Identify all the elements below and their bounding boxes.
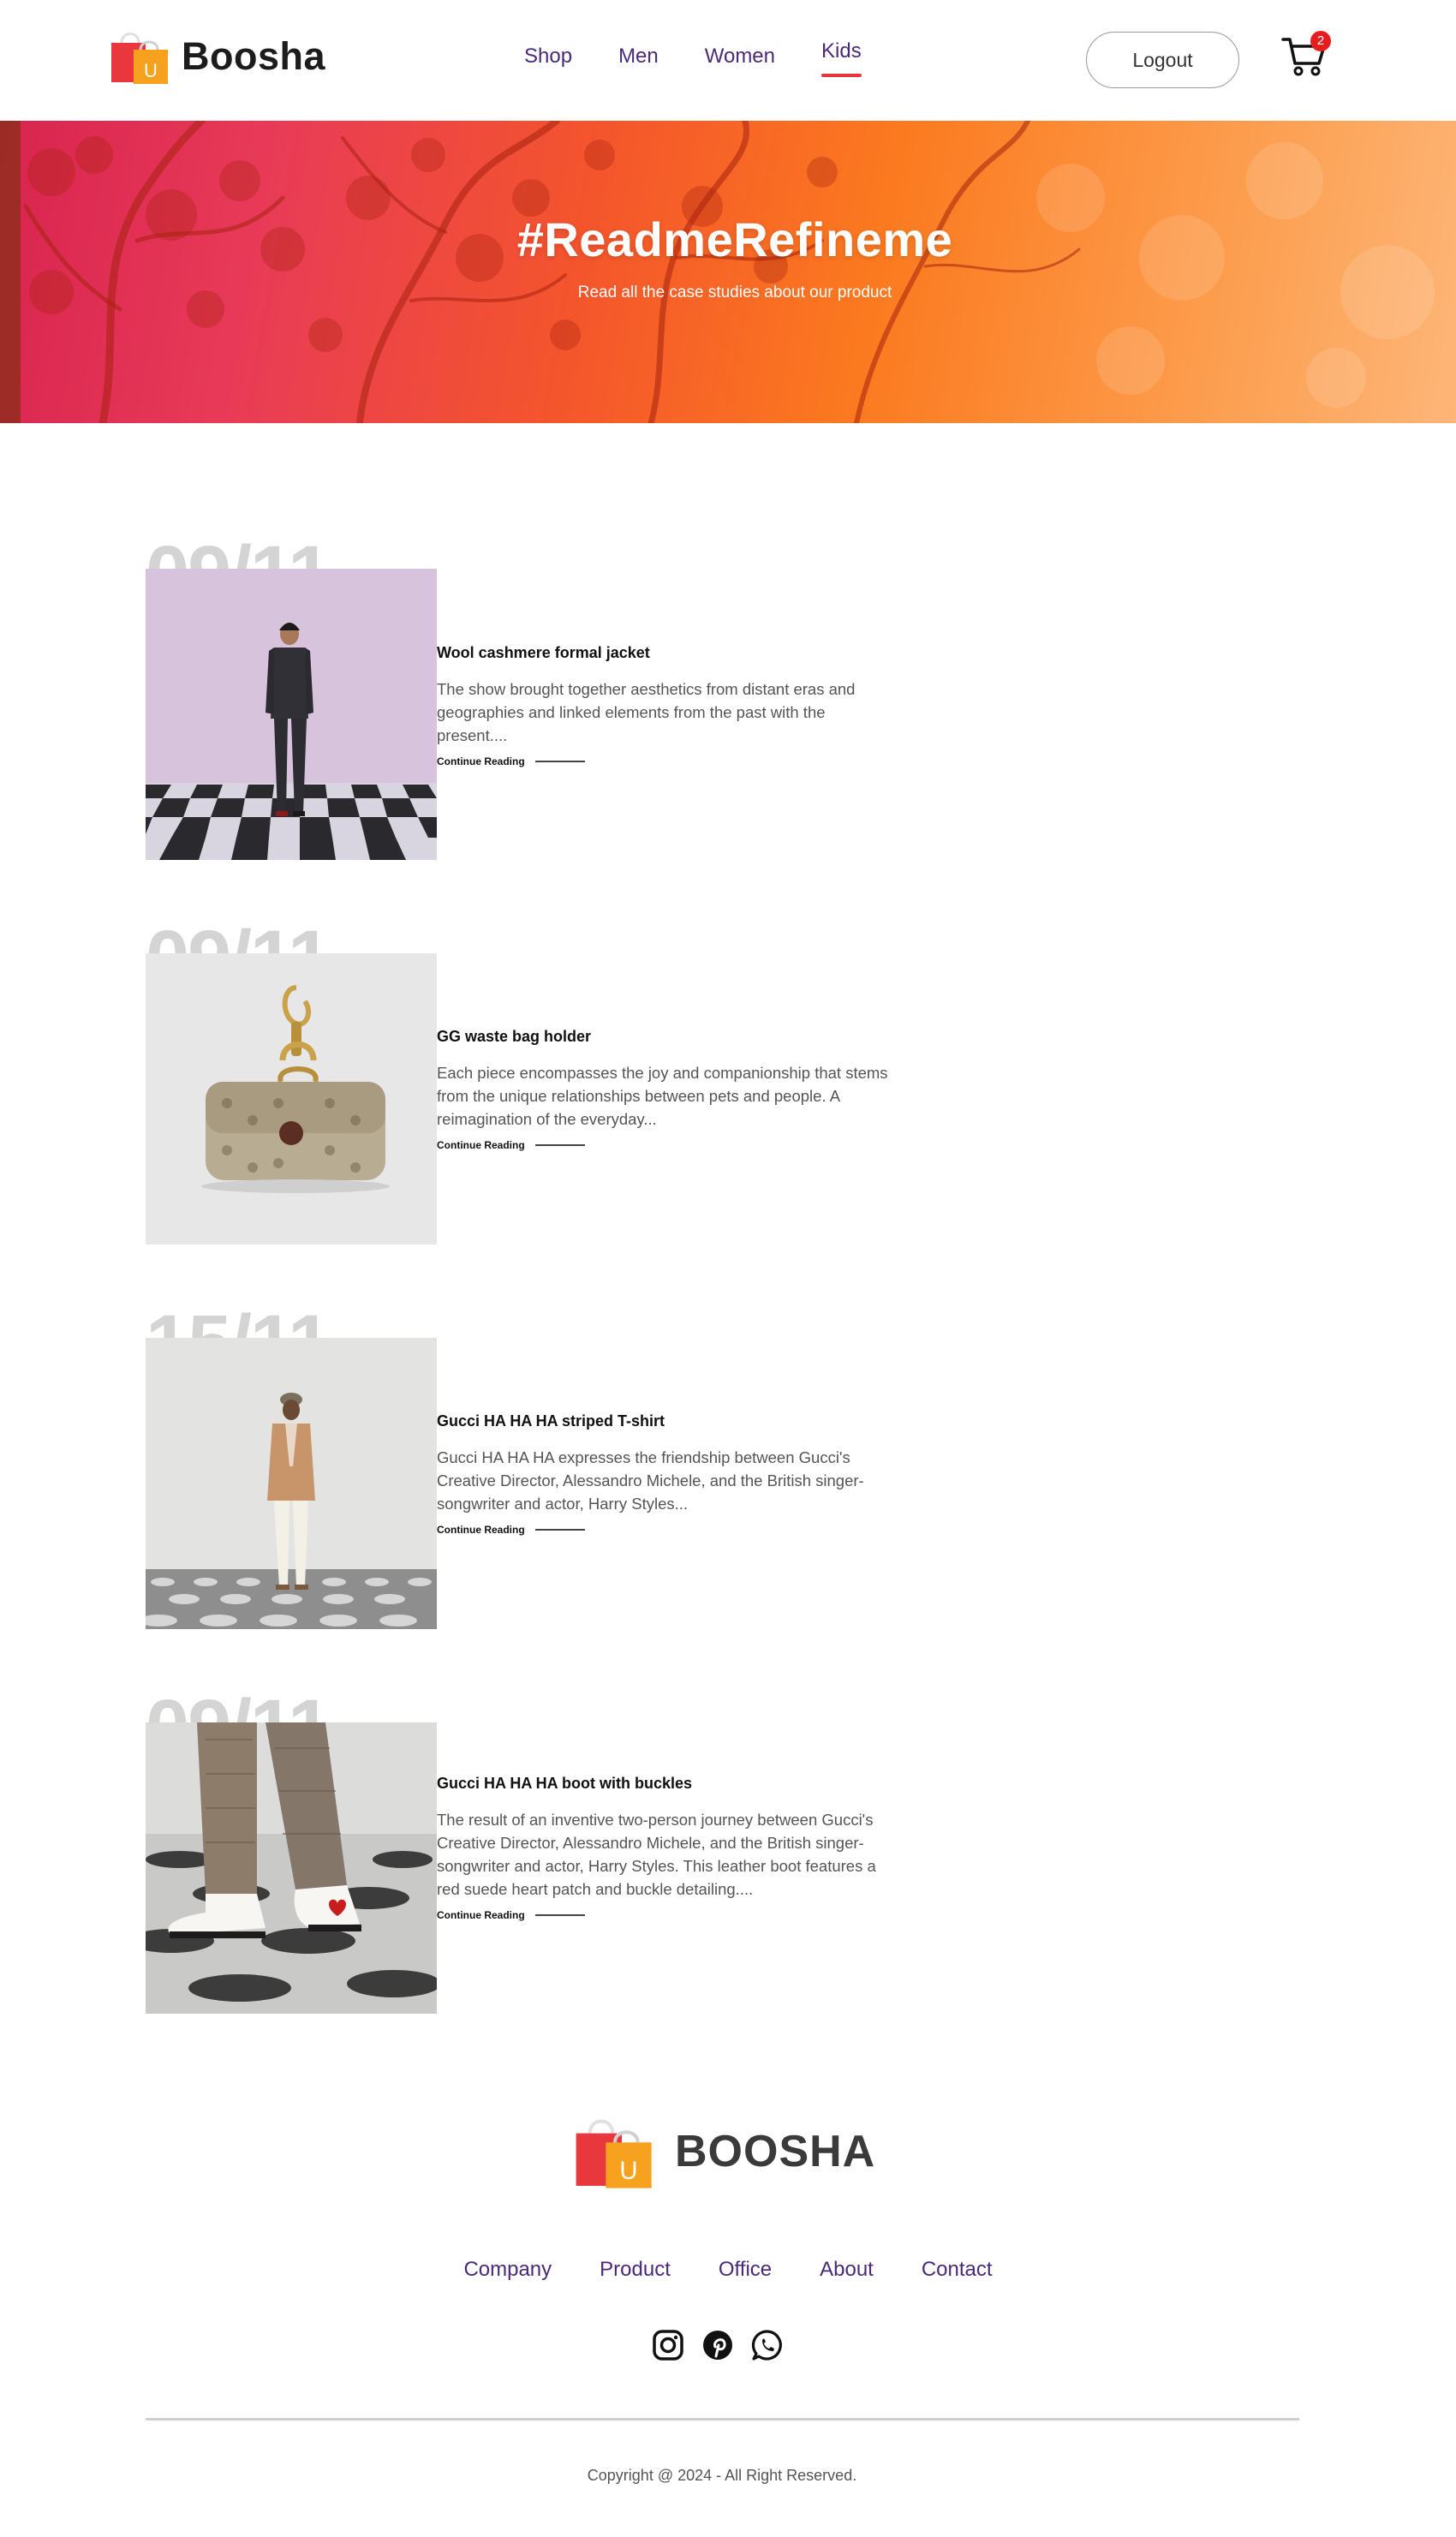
blog-post: 09/11 Wool cashmere formal jacket The sh… [146,534,916,877]
instagram-icon[interactable] [651,2328,685,2362]
continue-reading-link[interactable]: Continue Reading [437,1909,525,1921]
footer-brand-logo[interactable]: U BOOSHA [574,2112,875,2191]
continue-reading-link[interactable]: Continue Reading [437,755,525,767]
pinterest-icon[interactable] [701,2328,735,2362]
post-excerpt: The show brought together aesthetics fro… [437,680,856,744]
tree-branches-background [23,121,1435,423]
blog-post: 15/11 Gucci HA HA HA striped T-shirt Guc… [146,1304,916,1646]
blog-post: 09/11 Gucci HA HA HA boot with buckles T… [146,1688,916,2031]
post-title[interactable]: Gucci HA HA HA striped T-shirt [437,1412,916,1430]
man-in-suit-photo [146,569,437,860]
nav-women[interactable]: Women [705,45,775,69]
main-nav: Shop Men Women Kids [524,39,908,77]
post-title[interactable]: GG waste bag holder [437,1028,916,1046]
footer-link-contact[interactable]: Contact [922,2258,993,2282]
post-title[interactable]: Gucci HA HA HA boot with buckles [437,1775,916,1793]
cart-button[interactable]: 2 [1281,31,1331,77]
post-image[interactable] [146,1338,437,1629]
post-image[interactable] [146,1722,437,2014]
hero-left-edge [0,121,21,423]
post-body: Gucci HA HA HA boot with buckles The res… [437,1775,916,1921]
post-image[interactable] [146,953,437,1245]
shopping-bag-logo-icon: U [576,2119,652,2188]
post-excerpt: Each piece encompasses the joy and compa… [437,1064,888,1128]
continue-reading-link[interactable]: Continue Reading [437,1139,525,1151]
boots-photo [146,1722,437,2014]
nav-men[interactable]: Men [618,45,659,69]
footer-link-company[interactable]: Company [463,2258,552,2282]
social-links [651,2328,800,2362]
continue-reading-link[interactable]: Continue Reading [437,1524,525,1536]
footer-nav: Company Product Office About Contact [0,2258,1456,2282]
hero-title: #ReadmeRefineme [516,212,953,266]
svg-text:U: U [619,2157,637,2185]
man-in-blazer-photo [146,1338,437,1629]
logout-button[interactable]: Logout [1086,32,1239,88]
shopping-bag-logo-icon: U [111,33,168,84]
post-excerpt: The result of an inventive two-person jo… [437,1811,876,1898]
footer-link-product[interactable]: Product [600,2258,671,2282]
post-body: GG waste bag holder Each piece encompass… [437,1028,916,1151]
nav-kids[interactable]: Kids [821,39,862,77]
continue-reading[interactable]: Continue Reading [437,1139,916,1151]
continue-reading[interactable]: Continue Reading [437,1524,916,1536]
post-excerpt: Gucci HA HA HA expresses the friendship … [437,1448,864,1513]
footer-divider [146,2418,1299,2421]
footer-brand-name: BOOSHA [675,2127,876,2176]
hero-subtitle: Read all the case studies about our prod… [577,284,892,301]
footer-link-office[interactable]: Office [719,2258,772,2282]
brand-name: Boosha [182,34,326,78]
continue-reading-line [534,1144,585,1146]
post-body: Wool cashmere formal jacket The show bro… [437,644,916,767]
continue-reading-line [534,1529,585,1531]
post-title[interactable]: Wool cashmere formal jacket [437,644,916,662]
continue-reading-line [534,1914,585,1916]
footer-link-about[interactable]: About [820,2258,874,2282]
continue-reading[interactable]: Continue Reading [437,755,916,767]
continue-reading-line [534,761,585,762]
post-image[interactable] [146,569,437,860]
blog-post: 09/11 GG waste bag holder Each piece enc… [146,919,916,1262]
bag-holder-photo [146,953,437,1245]
continue-reading[interactable]: Continue Reading [437,1909,916,1921]
copyright-text: Copyright @ 2024 - All Right Reserved. [587,2467,857,2484]
nav-shop[interactable]: Shop [524,45,572,69]
whatsapp-icon[interactable] [750,2328,785,2362]
hero-banner: #ReadmeRefineme Read all the case studie… [0,121,1456,423]
cart-count-badge: 2 [1310,31,1331,51]
site-header: U Boosha Shop Men Women Kids Logout 2 [0,0,1456,121]
svg-text:U: U [144,60,158,81]
brand-logo[interactable]: U Boosha [110,27,325,86]
post-body: Gucci HA HA HA striped T-shirt Gucci HA … [437,1412,916,1536]
